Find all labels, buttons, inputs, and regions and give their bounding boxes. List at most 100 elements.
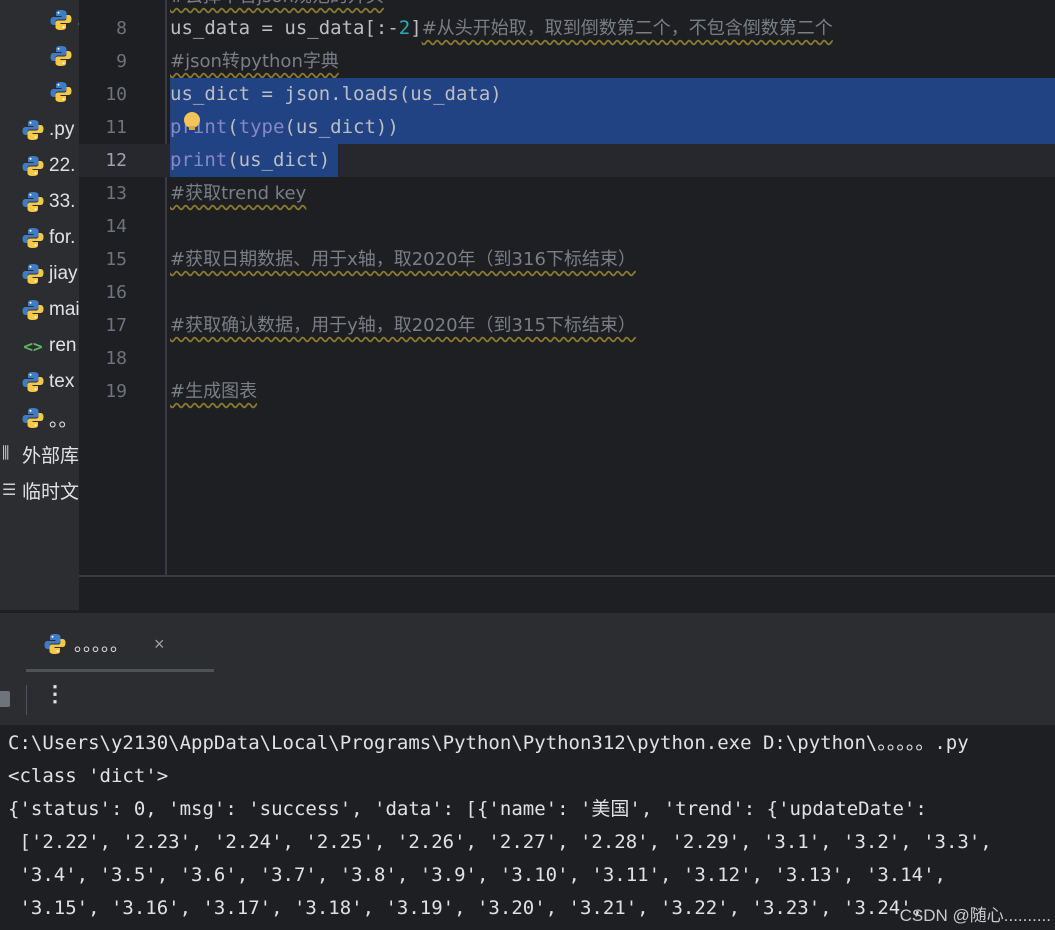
tree-item-label: for. bbox=[49, 227, 76, 248]
code-comment: #获取日期数据、用于x轴，取2020年（到316下标结束） bbox=[170, 249, 636, 270]
scratch-icon: ☰ bbox=[2, 482, 17, 499]
tree-item[interactable]: 22. bbox=[22, 148, 75, 184]
line-number: 17 bbox=[105, 315, 127, 336]
tree-item-label: 外部库 bbox=[22, 445, 79, 467]
console-line: '3.4', '3.5', '3.6', '3.7', '3.8', '3.9'… bbox=[8, 864, 946, 886]
line-number: 15 bbox=[105, 249, 127, 270]
tree-item[interactable] bbox=[50, 38, 72, 74]
python-file-icon bbox=[22, 156, 44, 176]
line-number: 13 bbox=[105, 183, 127, 204]
tree-item[interactable]: . bbox=[50, 2, 79, 38]
code-text: us_data = us_data[:-2]#从头开始取，取到倒数第二个，不包含… bbox=[170, 12, 833, 45]
code-comment: #json转python字典 bbox=[170, 51, 339, 72]
console-line: '3.15', '3.16', '3.17', '3.18', '3.19', … bbox=[8, 897, 924, 919]
code-text: us_dict = json.loads(us_data) bbox=[170, 83, 502, 105]
line-number: 18 bbox=[105, 348, 127, 369]
tree-item-label: 33. bbox=[49, 191, 76, 212]
tree-item[interactable]: 33. bbox=[22, 184, 75, 220]
toolbar-divider bbox=[26, 685, 27, 715]
tree-item[interactable]: jiay bbox=[22, 256, 78, 292]
code-line[interactable]: 17 #获取确认数据，用于y轴，取2020年（到315下标结束） bbox=[79, 309, 1055, 342]
tree-item-label: 临时文 bbox=[22, 481, 79, 503]
tree-item-label: tex bbox=[49, 371, 75, 392]
code-builtin: type bbox=[238, 116, 285, 138]
tree-item[interactable]: 。。 bbox=[22, 400, 78, 436]
code-comment: #生成图表 bbox=[170, 381, 258, 402]
code-comment: #获取确认数据，用于y轴，取2020年（到315下标结束） bbox=[170, 315, 636, 336]
python-file-icon bbox=[22, 120, 44, 140]
library-icon: ⫼ bbox=[2, 445, 10, 462]
console-line: C:\Users\y2130\AppData\Local\Programs\Py… bbox=[8, 732, 969, 754]
code-editor[interactable]: #去掉不合json规范的开头 8 us_data = us_data[:-2]#… bbox=[79, 0, 1055, 575]
code-line[interactable]: 11 print(type(us_dict)) bbox=[79, 111, 1055, 144]
tree-item-scratches[interactable]: ☰ 临时文 bbox=[2, 472, 79, 508]
tree-item-label: .py bbox=[49, 119, 75, 140]
code-line[interactable]: 9 #json转python字典 bbox=[79, 45, 1055, 78]
python-file-icon bbox=[22, 264, 44, 284]
line-number: 10 bbox=[105, 84, 127, 105]
tree-item-label: mai bbox=[49, 299, 79, 320]
line-number: 8 bbox=[116, 18, 127, 39]
line-number: 19 bbox=[105, 381, 127, 402]
line-number: 11 bbox=[105, 117, 127, 138]
python-file-icon bbox=[22, 372, 44, 392]
code-line[interactable]: 19 #生成图表 bbox=[79, 375, 1055, 408]
python-file-icon bbox=[22, 408, 44, 428]
code-number: 2 bbox=[398, 17, 411, 39]
code-line[interactable]: 10 us_dict = json.loads(us_data) bbox=[79, 78, 1055, 111]
html-file-icon: <> bbox=[23, 336, 43, 356]
code-line-current[interactable]: 12 print(us_dict) bbox=[79, 144, 1055, 177]
code-line[interactable]: 18 bbox=[79, 342, 1055, 375]
code-comment: #获取trend key bbox=[170, 183, 307, 204]
tree-item[interactable]: tex bbox=[22, 364, 74, 400]
console-line: ['2.22', '2.23', '2.24', '2.25', '2.26',… bbox=[8, 831, 992, 853]
code-line[interactable]: 16 bbox=[79, 276, 1055, 309]
tree-item[interactable]: for. bbox=[22, 220, 75, 256]
python-file-icon bbox=[22, 228, 44, 248]
code-token: ( bbox=[227, 116, 239, 138]
tree-item-label: 。。 bbox=[49, 409, 78, 431]
code-token: (us_dict)) bbox=[284, 116, 399, 138]
intention-bulb-icon[interactable] bbox=[184, 112, 200, 130]
tree-item[interactable]: mai bbox=[22, 292, 79, 328]
code-token: us_data = us_data[:- bbox=[170, 17, 399, 39]
code-line[interactable]: 14 bbox=[79, 210, 1055, 243]
code-line[interactable]: 13 #获取trend key bbox=[79, 177, 1055, 210]
tree-item-external-libraries[interactable]: ⫼ 外部库 bbox=[2, 436, 79, 472]
stop-icon[interactable] bbox=[0, 691, 10, 707]
tree-item-label: ren bbox=[49, 335, 77, 356]
run-tab-label: 。。。。。 bbox=[74, 635, 128, 655]
code-token: ] bbox=[410, 17, 422, 39]
python-file-icon bbox=[50, 46, 72, 66]
run-toolbar: ⋮ bbox=[0, 673, 1055, 725]
tree-item[interactable]: <> ren bbox=[22, 328, 76, 364]
tree-item[interactable] bbox=[50, 74, 72, 110]
code-line[interactable]: 15 #获取日期数据、用于x轴，取2020年（到316下标结束） bbox=[79, 243, 1055, 276]
code-text: print(us_dict) bbox=[170, 144, 330, 177]
python-file-icon bbox=[22, 300, 44, 320]
active-tab-indicator bbox=[26, 669, 214, 672]
close-icon[interactable]: × bbox=[154, 634, 165, 655]
code-comment: #从头开始取，取到倒数第二个，不包含倒数第二个 bbox=[421, 18, 833, 39]
python-file-icon bbox=[22, 192, 44, 212]
console-line: <class 'dict'> bbox=[8, 765, 169, 787]
project-tree-panel: . .py 22. 33. for. jiay mai <> ren tex 。… bbox=[0, 0, 79, 610]
code-token: (us_dict) bbox=[227, 149, 331, 171]
console-line: {'status': 0, 'msg': 'success', 'data': … bbox=[8, 798, 927, 820]
line-number: 16 bbox=[105, 282, 127, 303]
python-file-icon bbox=[50, 82, 72, 102]
code-line[interactable]: 8 us_data = us_data[:-2]#从头开始取，取到倒数第二个，不… bbox=[79, 12, 1055, 45]
watermark: CSDN @随心.......... bbox=[899, 906, 1051, 925]
python-file-icon bbox=[50, 10, 72, 30]
run-tab[interactable]: 。。。。。 × bbox=[44, 631, 165, 657]
more-options-icon[interactable]: ⋮ bbox=[44, 681, 66, 707]
code-text: print(type(us_dict)) bbox=[170, 111, 399, 144]
line-number: 12 bbox=[105, 150, 127, 171]
line-number: 9 bbox=[116, 51, 127, 72]
tree-item-label: 22. bbox=[49, 155, 76, 176]
line-number: 14 bbox=[105, 216, 127, 237]
console-output[interactable]: C:\Users\y2130\AppData\Local\Programs\Py… bbox=[0, 725, 1055, 930]
editor-bottom-border bbox=[79, 575, 1055, 577]
tree-item-label: jiay bbox=[49, 263, 78, 284]
tree-item[interactable]: .py bbox=[22, 112, 74, 148]
